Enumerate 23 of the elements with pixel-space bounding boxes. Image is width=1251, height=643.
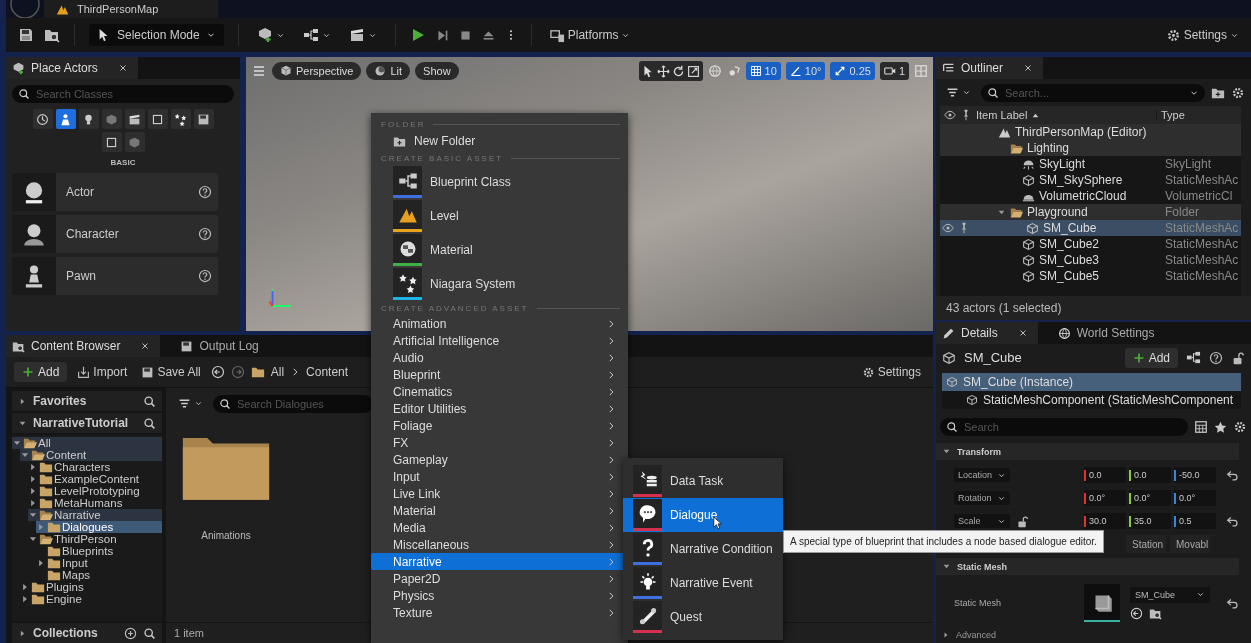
outliner-item-label: Lighting — [1027, 141, 1070, 155]
actor-name: SM_Cube — [964, 350, 1023, 366]
type-label: StaticMeshAc — [1165, 173, 1240, 187]
outliner-item-label: SkyLight — [1039, 157, 1086, 171]
outliner-item-label: VolumetricCloud — [1039, 189, 1127, 203]
property-label: Static Mesh — [953, 598, 1003, 609]
outliner-item-label: SM_Cube — [1043, 221, 1097, 235]
type-label: Folder — [1165, 205, 1200, 219]
outliner-item-label: Playground — [1027, 205, 1088, 219]
type-label: VolumetricCl — [1165, 189, 1234, 203]
outliner-item-label: SM_Cube3 — [1039, 253, 1100, 267]
outliner-item-label: ThirdPersonMap (Editor) — [1015, 125, 1147, 139]
outliner-item-label: SM_Cube2 — [1039, 237, 1100, 251]
type-label: StaticMeshAc — [1165, 237, 1240, 251]
section-label: BASIC — [109, 158, 137, 167]
type-label: StaticMeshAc — [1165, 221, 1240, 235]
tooltip: A special type of blueprint that includes a node based dialogue editor. — [783, 530, 1104, 553]
type-label: SkyLight — [1165, 157, 1213, 171]
outliner-item-label: SM_Cube5 — [1039, 269, 1100, 283]
actor-count: 43 actors (1 selected) — [936, 296, 1251, 320]
outliner-item-label: SM_SkySphere — [1039, 173, 1123, 187]
type-label: StaticMeshAc — [1165, 253, 1240, 267]
type-label: StaticMeshAc — [1165, 269, 1240, 283]
